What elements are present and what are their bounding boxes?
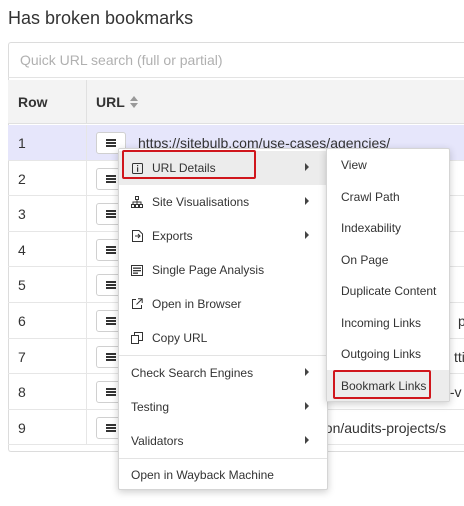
menu-item-site-visualisations[interactable]: Site Visualisations xyxy=(119,185,327,219)
submenu-item-incoming-links[interactable]: Incoming Links xyxy=(327,307,449,338)
hamburger-icon xyxy=(106,139,116,147)
column-divider xyxy=(86,374,87,409)
chevron-right-icon xyxy=(305,402,309,410)
menu-item-testing[interactable]: Testing xyxy=(119,390,327,424)
hamburger-icon xyxy=(106,174,116,183)
chevron-right-icon xyxy=(305,231,309,239)
submenu-item-view[interactable]: View xyxy=(327,149,449,180)
row-number: 8 xyxy=(18,384,26,401)
menu-item-label: Validators xyxy=(131,434,184,448)
url-details-submenu: View Crawl Path Indexability On Page Dup… xyxy=(326,148,450,402)
page-title: Has broken bookmarks xyxy=(8,8,194,28)
row-number: 6 xyxy=(18,312,26,329)
hamburger-icon xyxy=(106,423,116,432)
submenu-item-indexability[interactable]: Indexability xyxy=(327,212,449,243)
menu-item-check-search-engines[interactable]: Check Search Engines xyxy=(119,356,327,390)
row-number: 4 xyxy=(18,241,26,258)
menu-item-url-details[interactable]: URL Details xyxy=(119,151,327,185)
menu-item-single-page-analysis[interactable]: Single Page Analysis xyxy=(119,253,327,287)
menu-item-label: Open in Browser xyxy=(152,297,242,311)
column-divider xyxy=(86,160,87,196)
file-export-icon xyxy=(131,230,143,242)
sitemap-icon xyxy=(131,196,143,208)
menu-item-exports[interactable]: Exports xyxy=(119,219,327,253)
menu-item-label: Check Search Engines xyxy=(131,366,254,380)
menu-item-copy-url[interactable]: Copy URL xyxy=(119,321,327,355)
menu-item-open-in-browser[interactable]: Open in Browser xyxy=(119,287,327,321)
menu-item-label: Copy URL xyxy=(152,331,208,345)
info-square-icon xyxy=(131,162,143,174)
chevron-right-icon xyxy=(305,163,309,171)
hamburger-icon xyxy=(106,316,116,325)
column-divider xyxy=(86,80,87,124)
menu-item-label: Exports xyxy=(152,229,193,243)
row-url[interactable]: ation/audits-projects/s xyxy=(310,420,446,436)
row-number: 3 xyxy=(18,206,26,223)
menu-item-label: Testing xyxy=(131,400,170,414)
column-header-row[interactable]: Row xyxy=(18,94,48,110)
hamburger-icon xyxy=(106,210,116,219)
menu-item-label: Open in Wayback Machine xyxy=(131,468,274,482)
row-number: 2 xyxy=(18,170,26,187)
row-number: 7 xyxy=(18,348,26,365)
submenu-item-outgoing-links[interactable]: Outgoing Links xyxy=(327,338,449,369)
chevron-right-icon xyxy=(305,436,309,444)
row-context-menu: URL Details Site Visualisations Exports … xyxy=(118,148,328,490)
column-divider xyxy=(86,196,87,231)
column-header-url-label: URL xyxy=(96,94,125,110)
hamburger-icon xyxy=(106,352,116,361)
submenu-item-crawl-path[interactable]: Crawl Path xyxy=(327,181,449,212)
url-search-input[interactable] xyxy=(8,43,464,78)
hamburger-icon xyxy=(106,281,116,290)
column-divider xyxy=(86,125,87,160)
external-link-icon xyxy=(131,298,143,310)
submenu-item-on-page[interactable]: On Page xyxy=(327,244,449,275)
column-divider xyxy=(86,267,87,302)
column-divider xyxy=(86,302,87,338)
column-header-url[interactable]: URL xyxy=(96,94,139,110)
copy-icon xyxy=(131,332,143,344)
menu-item-label: Site Visualisations xyxy=(152,195,250,209)
column-divider xyxy=(86,409,87,445)
table-header: Row URL xyxy=(8,80,464,124)
chevron-right-icon xyxy=(305,368,309,376)
row-number: 5 xyxy=(18,277,26,294)
list-page-icon xyxy=(131,264,143,276)
column-divider xyxy=(86,338,87,374)
hamburger-icon xyxy=(106,245,116,254)
submenu-item-duplicate-content[interactable]: Duplicate Content xyxy=(327,275,449,306)
column-divider xyxy=(86,231,87,267)
menu-item-open-in-wayback-machine[interactable]: Open in Wayback Machine xyxy=(119,458,327,492)
menu-item-label: URL Details xyxy=(152,161,216,175)
menu-item-label: Single Page Analysis xyxy=(152,263,265,277)
row-url[interactable]: tti xyxy=(454,349,464,365)
row-url[interactable]: pt xyxy=(458,313,464,329)
row-number: 9 xyxy=(18,419,26,436)
hamburger-icon xyxy=(106,388,116,397)
chevron-right-icon xyxy=(305,197,309,205)
menu-item-validators[interactable]: Validators xyxy=(119,424,327,458)
row-number: 1 xyxy=(18,135,26,151)
sort-icon[interactable] xyxy=(129,96,139,108)
submenu-item-bookmark-links[interactable]: Bookmark Links xyxy=(327,370,449,401)
